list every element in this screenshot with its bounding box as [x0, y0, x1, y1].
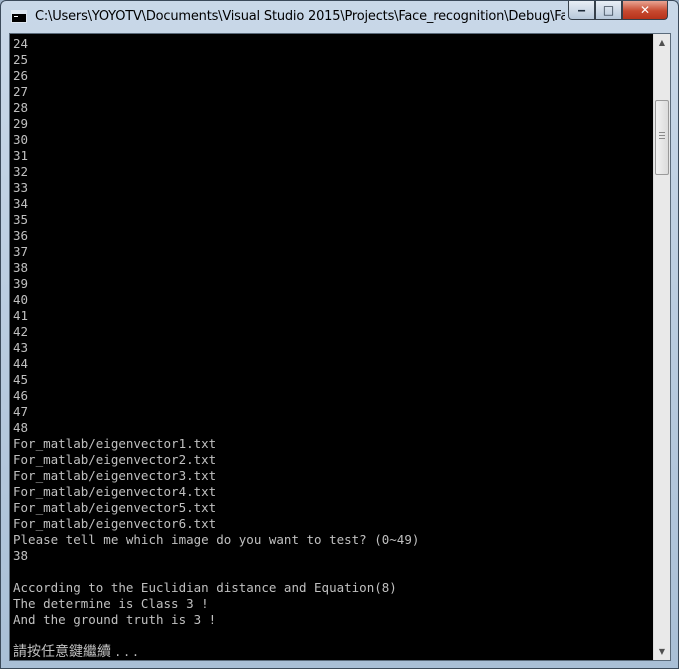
- console-line: For_matlab/eigenvector1.txt: [13, 436, 217, 451]
- console-line: 27: [13, 84, 29, 99]
- console-line: 32: [13, 164, 29, 179]
- triangle-down-icon: ▼: [658, 647, 666, 656]
- console-line: 41: [13, 308, 29, 323]
- console-window: C:\Users\YOYOTV\Documents\Visual Studio …: [0, 0, 679, 669]
- console-line: And the ground truth is 3 !: [13, 612, 217, 627]
- console-area[interactable]: 24 25 26 27 28 29 30 31 32 33 34 35 36 3…: [9, 33, 671, 661]
- minimize-icon: ‒: [577, 3, 586, 17]
- console-line: 45: [13, 372, 29, 387]
- console-line: According to the Euclidian distance and …: [13, 580, 397, 595]
- scroll-thumb[interactable]: [655, 100, 669, 175]
- console-line: Please tell me which image do you want t…: [13, 532, 420, 547]
- console-app-icon[interactable]: [11, 10, 27, 23]
- console-line: For_matlab/eigenvector6.txt: [13, 516, 217, 531]
- window-controls: ‒ □ ✕: [568, 1, 668, 21]
- scroll-down-button[interactable]: ▼: [654, 643, 670, 660]
- console-line: 24: [13, 36, 29, 51]
- console-line: 42: [13, 324, 29, 339]
- console-line: 43: [13, 340, 29, 355]
- title-bar[interactable]: C:\Users\YOYOTV\Documents\Visual Studio …: [1, 1, 678, 33]
- vertical-scrollbar[interactable]: ▲ ▼: [653, 34, 670, 660]
- console-line: 46: [13, 388, 29, 403]
- console-line: 33: [13, 180, 29, 195]
- console-line: For_matlab/eigenvector5.txt: [13, 500, 217, 515]
- console-line: 35: [13, 212, 29, 227]
- console-line: 36: [13, 228, 29, 243]
- console-line: 34: [13, 196, 29, 211]
- console-line: 38: [13, 260, 29, 275]
- console-line: 28: [13, 100, 29, 115]
- console-line: 47: [13, 404, 29, 419]
- console-line: 26: [13, 68, 29, 83]
- scroll-up-button[interactable]: ▲: [654, 34, 670, 51]
- maximize-button[interactable]: □: [595, 1, 622, 20]
- close-button[interactable]: ✕: [622, 1, 668, 20]
- console-line: 40: [13, 292, 29, 307]
- console-line: 29: [13, 116, 29, 131]
- maximize-icon: □: [602, 3, 615, 17]
- console-line: For_matlab/eigenvector3.txt: [13, 468, 217, 483]
- window-title: C:\Users\YOYOTV\Documents\Visual Studio …: [35, 9, 565, 24]
- grip-icon: [659, 132, 665, 141]
- minimize-button[interactable]: ‒: [568, 1, 595, 20]
- triangle-up-icon: ▲: [658, 38, 666, 47]
- console-line: 30: [13, 132, 29, 147]
- console-line: 38: [13, 548, 29, 563]
- console-line: 44: [13, 356, 29, 371]
- console-line: 25: [13, 52, 29, 67]
- console-line: 48: [13, 420, 29, 435]
- close-icon: ✕: [639, 3, 651, 17]
- console-line: For_matlab/eigenvector4.txt: [13, 484, 217, 499]
- console-line: The determine is Class 3 !: [13, 596, 209, 611]
- console-line: 37: [13, 244, 29, 259]
- console-line: 39: [13, 276, 29, 291]
- press-any-key-prompt: 請按任意鍵繼續 . . .: [13, 644, 138, 660]
- console-line: For_matlab/eigenvector2.txt: [13, 452, 217, 467]
- console-output[interactable]: 24 25 26 27 28 29 30 31 32 33 34 35 36 3…: [13, 36, 655, 660]
- console-line: 31: [13, 148, 29, 163]
